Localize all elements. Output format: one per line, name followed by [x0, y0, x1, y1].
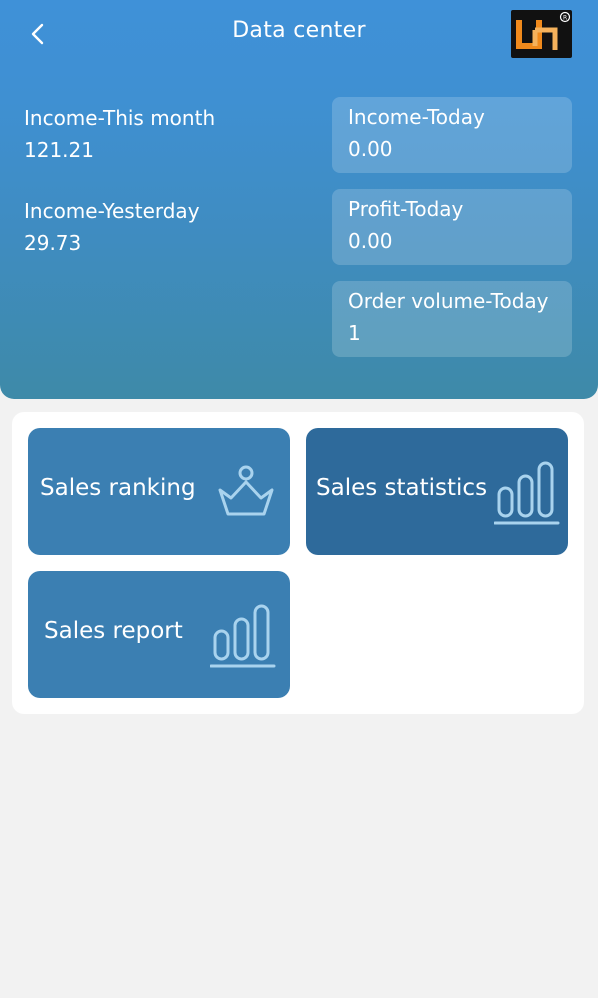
- sales-report-button[interactable]: Sales report: [28, 571, 290, 698]
- stat-income-month: Income-This month 121.21: [24, 102, 215, 166]
- stat-value: 121.21: [24, 138, 94, 162]
- tile-label: Sales report: [44, 618, 183, 644]
- tile-label: Sales ranking: [40, 475, 196, 501]
- screen: Data center R Income-This month 121.21 I…: [0, 0, 598, 998]
- stat-income-yesterday: Income-Yesterday 29.73: [24, 195, 200, 259]
- stat-label: Profit-Today: [348, 197, 464, 221]
- stat-label: Order volume-Today: [348, 289, 549, 313]
- stat-card-income-today: Income-Today 0.00: [332, 97, 572, 173]
- header: Data center R Income-This month 121.21 I…: [0, 0, 598, 399]
- stat-card-orders-today: Order volume-Today 1: [332, 281, 572, 357]
- bar-chart-icon: [493, 458, 562, 532]
- svg-text:R: R: [563, 15, 567, 22]
- stat-value: 29.73: [24, 231, 82, 255]
- stat-value: 0.00: [348, 137, 393, 161]
- stat-card-profit-today: Profit-Today 0.00: [332, 189, 572, 265]
- stat-label: Income-Yesterday: [24, 199, 200, 223]
- crown-icon: [214, 464, 278, 528]
- tile-label: Sales statistics: [316, 475, 488, 501]
- page-title: Data center: [232, 18, 366, 43]
- menu-panel: Sales ranking Sales statistics Sales rep…: [12, 412, 584, 714]
- stat-value: 0.00: [348, 229, 393, 253]
- brand-logo: R: [511, 10, 572, 58]
- stat-label: Income-Today: [348, 105, 485, 129]
- stat-value: 1: [348, 321, 361, 345]
- sales-ranking-button[interactable]: Sales ranking: [28, 428, 290, 555]
- stat-label: Income-This month: [24, 106, 216, 130]
- sales-statistics-button[interactable]: Sales statistics: [306, 428, 568, 555]
- bar-chart-icon: [209, 601, 278, 675]
